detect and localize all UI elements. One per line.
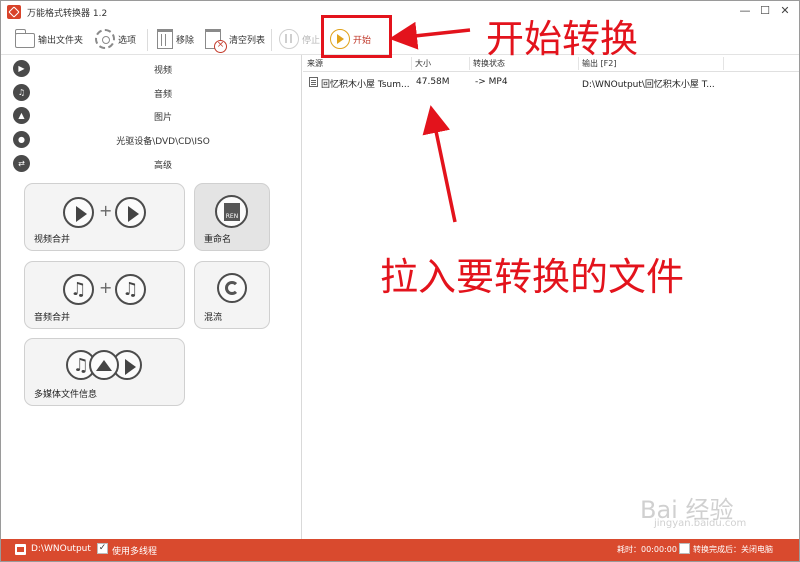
minimize-button[interactable]: —	[736, 4, 754, 20]
category-label: 音频	[153, 90, 172, 100]
clear-list-icon	[205, 29, 227, 53]
tile-label: 混流	[204, 313, 223, 323]
watermark-url: jingyan.baidu.com	[654, 518, 747, 529]
window-title: 万能格式转换器 1.2	[27, 9, 108, 19]
output-folder-label: 输出文件夹	[38, 35, 84, 46]
media-info-tile[interactable]: ♫ 多媒体文件信息	[24, 338, 185, 406]
rename-badge: REN	[224, 203, 240, 221]
start-highlight-box	[321, 15, 392, 58]
category-label: 高级	[153, 161, 172, 171]
category-advanced[interactable]: ⇄ 高级	[1, 152, 302, 176]
tile-label: 多媒体文件信息	[34, 390, 98, 400]
gear-icon	[95, 29, 115, 49]
category-disc[interactable]: ● 光驱设备\DVD\CD\ISO	[1, 128, 302, 152]
plus-icon: +	[99, 201, 113, 220]
category-label: 光驱设备\DVD\CD\ISO	[116, 137, 210, 147]
toolbar-divider	[271, 29, 272, 51]
clear-list-button[interactable]: 清空列表	[205, 26, 266, 53]
trash-icon	[157, 29, 173, 49]
category-video[interactable]: ▶ 视频	[1, 57, 302, 81]
folder-icon[interactable]	[15, 544, 26, 555]
category-label: 图片	[153, 113, 172, 123]
play-circle-icon	[115, 197, 146, 228]
status-bar: D:\WNOutput ✓ 使用多线程 耗时：00:00:00 转换完成后：关闭…	[1, 539, 799, 561]
row-size: 47.58M	[416, 77, 450, 87]
clear-list-label: 清空列表	[229, 35, 266, 46]
close-button[interactable]: ✕	[776, 4, 794, 20]
start-annotation: 开始转换	[486, 17, 639, 61]
tile-label: 音频合并	[34, 313, 71, 323]
rename-tile[interactable]: REN 重命名	[194, 183, 270, 251]
toolbar: 输出文件夹 选项 移除 清空列表 停止 开始	[1, 23, 799, 55]
folder-icon	[15, 28, 35, 48]
remove-label: 移除	[176, 35, 195, 46]
drag-annotation: 拉入要转换的文件	[380, 255, 685, 299]
remux-tile[interactable]: 混流	[194, 261, 270, 329]
plus-icon: +	[99, 278, 113, 297]
video-merge-tile[interactable]: + 视频合并	[24, 183, 185, 251]
tile-label: 重命名	[204, 235, 232, 245]
options-button[interactable]: 选项	[95, 26, 136, 52]
row-source: 回忆积木小屋 Tsum...	[321, 80, 410, 90]
column-source[interactable]: 来源	[307, 58, 323, 69]
category-audio[interactable]: ♫ 音频	[1, 81, 302, 105]
rename-icon: REN	[215, 195, 248, 228]
shutdown-checkbox[interactable]	[679, 543, 690, 554]
image-icon	[89, 350, 119, 380]
file-icon	[309, 77, 318, 87]
category-panel: ▶ 视频 ♫ 音频 ▲ 图片 ● 光驱设备\DVD\CD\ISO ⇄ 高级 + …	[1, 55, 302, 539]
play-circle-icon	[63, 197, 94, 228]
stop-label: 停止	[302, 35, 321, 46]
maximize-button[interactable]: ☐	[756, 4, 774, 20]
remux-icon	[217, 273, 247, 303]
output-folder-button[interactable]: 输出文件夹	[15, 26, 83, 52]
after-convert-label: 转换完成后：关闭电脑	[693, 545, 773, 554]
music-note-icon: ♫	[115, 274, 146, 305]
output-path[interactable]: D:\WNOutput	[31, 544, 91, 554]
category-label: 视频	[153, 66, 172, 76]
options-label: 选项	[118, 35, 137, 46]
multithread-label: 使用多线程	[112, 547, 158, 557]
row-output: D:\WNOutput\回忆积木小屋 T...	[582, 80, 715, 90]
pause-icon	[279, 29, 299, 49]
column-size[interactable]: 大小	[415, 58, 431, 69]
row-status: -> MP4	[475, 77, 508, 87]
title-bar: 万能格式转换器 1.2 — ☐ ✕	[1, 1, 799, 23]
multithread-checkbox[interactable]: ✓	[97, 543, 108, 554]
remove-button[interactable]: 移除	[157, 26, 194, 52]
toolbar-divider	[147, 29, 148, 51]
app-logo-icon	[7, 5, 21, 19]
category-image[interactable]: ▲ 图片	[1, 104, 302, 128]
elapsed-time: 耗时：00:00:00	[617, 545, 677, 554]
remux-swirl	[225, 281, 239, 295]
music-note-icon: ♫	[63, 274, 94, 305]
table-row[interactable]: 回忆积木小屋 Tsum... 47.58M -> MP4 D:\WNOutput…	[303, 73, 799, 91]
tile-label: 视频合并	[34, 235, 71, 245]
stop-button[interactable]: 停止	[279, 26, 320, 52]
audio-merge-tile[interactable]: ♫ + ♫ 音频合并	[24, 261, 185, 329]
